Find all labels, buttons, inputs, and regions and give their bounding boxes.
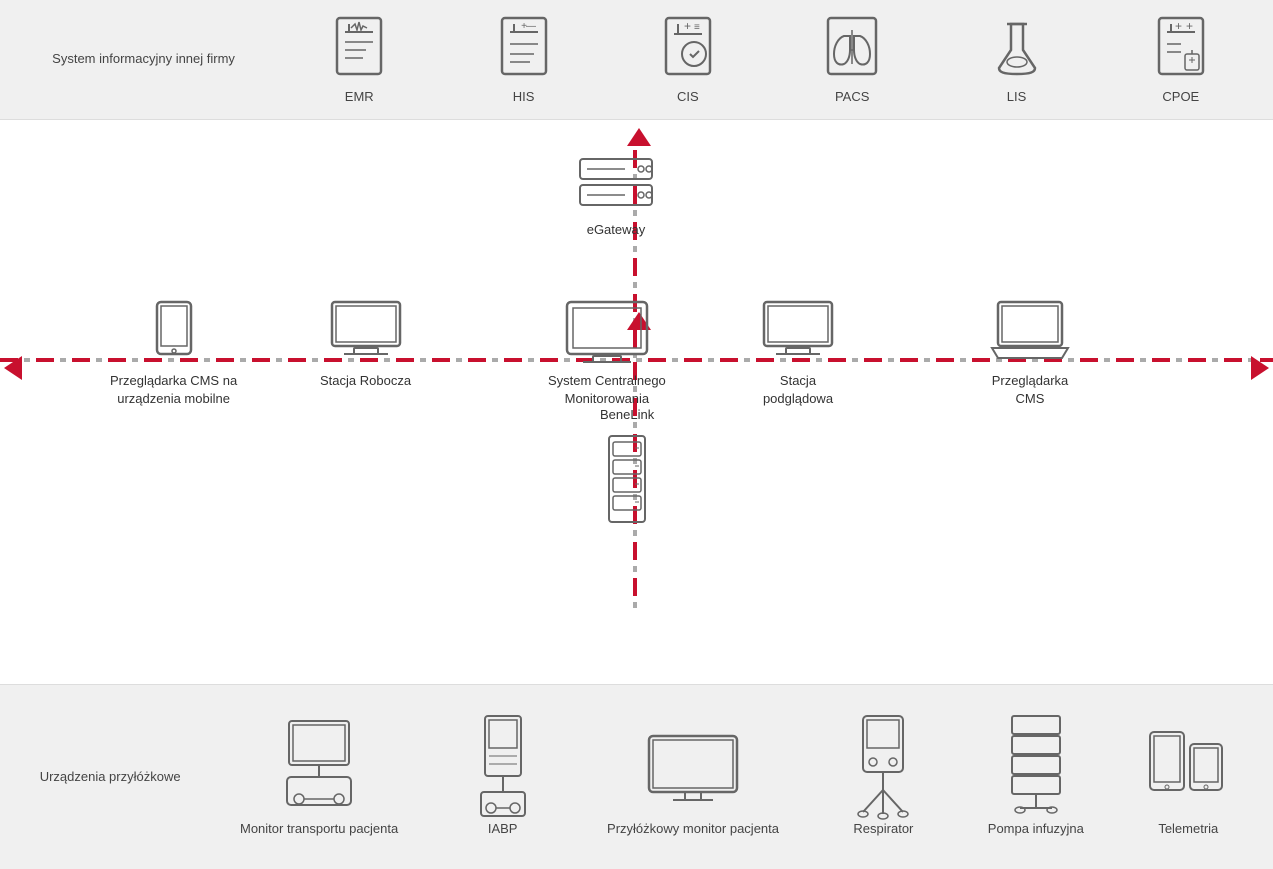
pompa-infuzyjna-label: Pompa infuzyjna [988,821,1084,838]
telemetria-label: Telemetria [1158,821,1218,838]
przegladarka-cms-icon [990,298,1070,366]
stacja-podgladowa-label: Stacjapodglądowa [763,372,833,408]
lis-icon [985,15,1049,85]
iabp-icon [467,717,539,817]
egateway-node: eGateway [575,155,657,239]
egateway-label: eGateway [587,221,646,239]
svg-text:+: + [1175,19,1182,33]
top-item-cis: + ≡ CIS [648,15,728,104]
przegladarka-cms-node: PrzeglądarkaCMS [990,298,1070,408]
main-area: eGateway System CentralnegoMonitorowania… [0,120,1273,684]
his-label: HIS [513,89,535,104]
top-item-lis: LIS [977,15,1057,104]
cms-icon [563,298,651,366]
cis-label: CIS [677,89,699,104]
svg-text:≡: ≡ [694,22,700,33]
stacja-podgladowa-node: Stacjapodglądowa [760,298,836,408]
monitor-transport-item: Monitor transportu pacjenta [240,717,398,838]
emr-icon [327,15,391,85]
cms-label: System CentralnegoMonitorowania [548,372,666,408]
pompa-infuzyjna-item: Pompa infuzyjna [988,717,1084,838]
monitor-transport-label: Monitor transportu pacjenta [240,821,398,838]
emr-label: EMR [345,89,374,104]
system-info-label: System informacyjny innej firmy [52,50,235,68]
svg-text:—: — [526,21,536,32]
pompa-infuzyjna-icon [1000,717,1072,817]
przegladarka-cms-label: PrzeglądarkaCMS [992,372,1069,408]
stacja-podgladowa-icon [760,298,836,366]
top-band: System informacyjny innej firmy EMR [0,0,1273,120]
telemetria-item: Telemetria [1143,717,1233,838]
top-item-pacs: PACS [812,15,892,104]
svg-text:+: + [684,19,691,33]
cpoe-label: CPOE [1162,89,1199,104]
przegladarka-mobile-label: Przeglądarka CMS naurządzenia mobilne [110,372,237,408]
benelink-icon [605,434,649,524]
devices-section-label-item: Urządzenia przyłóżkowe [40,769,181,786]
iabp-item: IABP [458,717,548,838]
top-item-emr: EMR [319,15,399,104]
respirator-item: Respirator [838,717,928,838]
przylozkowy-monitor-icon [657,717,729,817]
respirator-icon [847,717,919,817]
top-item-his: + — HIS [484,15,564,104]
cis-icon: + ≡ [656,15,720,85]
benelink-node: BeneLink [600,406,654,524]
iabp-label: IABP [488,821,518,838]
stacja-robocza-label: Stacja Robocza [320,372,411,390]
bottom-band: Urządzenia przyłóżkowe Monitor transport… [0,684,1273,869]
przegladarka-mobile-node: Przeglądarka CMS naurządzenia mobilne [110,298,237,408]
respirator-label: Respirator [853,821,913,838]
arrow-right-icon [1251,356,1269,380]
stacja-robocza-node: Stacja Robocza [320,298,411,390]
arrow-up-top-icon [627,128,651,146]
przegladarka-mobile-icon [149,298,199,366]
egateway-icon [575,155,657,215]
przylozkowy-monitor-label: Przyłóżkowy monitor pacjenta [607,821,779,838]
pacs-icon [820,15,884,85]
pacs-label: PACS [835,89,869,104]
monitor-transport-icon [283,717,355,817]
svg-text:+: + [1186,19,1193,33]
cpoe-icon: + + [1149,15,1213,85]
urządzenia-label: Urządzenia przyłóżkowe [40,769,181,786]
cms-node: System CentralnegoMonitorowania [548,298,666,408]
stacja-robocza-icon [328,298,404,366]
przylozkowy-monitor-item: Przyłóżkowy monitor pacjenta [607,717,779,838]
his-icon: + — [492,15,556,85]
telemetria-icon [1152,717,1224,817]
lis-label: LIS [1007,89,1027,104]
arrow-left-icon [4,356,22,380]
system-info-item: System informacyjny innej firmy [52,50,235,68]
benelink-label: BeneLink [600,406,654,424]
top-item-cpoe: + + CPOE [1141,15,1221,104]
